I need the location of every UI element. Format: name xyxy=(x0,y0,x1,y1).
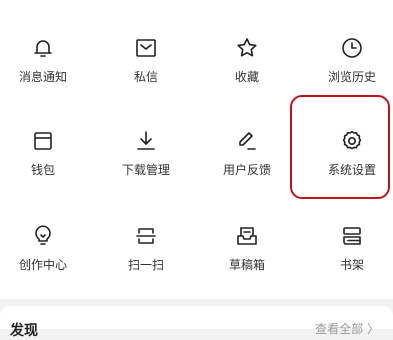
menu-item-history[interactable]: 浏览历史 xyxy=(303,36,393,116)
scan-icon xyxy=(134,224,158,248)
star-icon xyxy=(235,36,259,60)
draft-tray-icon xyxy=(235,224,259,248)
menu-item-label: 收藏 xyxy=(234,70,259,84)
menu-item-label: 草稿箱 xyxy=(228,258,265,272)
menu-item-label: 消息通知 xyxy=(18,70,67,84)
menu-item-downloads[interactable]: 下载管理 xyxy=(97,129,195,209)
menu-item-drafts[interactable]: 草稿箱 xyxy=(198,224,296,304)
menu-item-favorites[interactable]: 收藏 xyxy=(198,36,296,116)
discover-section-header: 发现 查看全部 〉 xyxy=(0,306,393,339)
section-title: 发现 xyxy=(10,323,38,339)
menu-item-scan[interactable]: 扫一扫 xyxy=(97,224,195,304)
menu-item-feedback[interactable]: 用户反馈 xyxy=(198,129,296,209)
bookshelf-icon xyxy=(340,224,364,248)
menu-item-label: 私信 xyxy=(133,70,158,84)
menu-item-label: 创作中心 xyxy=(18,258,67,272)
clock-icon xyxy=(340,36,364,60)
wallet-icon xyxy=(31,129,55,153)
mail-icon xyxy=(134,36,158,60)
menu-item-notifications[interactable]: 消息通知 xyxy=(0,36,92,116)
lightbulb-icon xyxy=(31,224,55,248)
menu-item-label: 钱包 xyxy=(30,163,55,177)
menu-card: 消息通知 私信 收藏 浏览历史 钱包 下载管理 用户反馈 系统设置 创作中心 扫… xyxy=(0,14,393,299)
gear-icon xyxy=(340,129,364,153)
download-icon xyxy=(134,129,158,153)
menu-item-wallet[interactable]: 钱包 xyxy=(0,129,92,209)
pen-icon xyxy=(235,129,259,153)
top-strip xyxy=(0,0,393,14)
menu-item-bookshelf[interactable]: 书架 xyxy=(303,224,393,304)
menu-item-label: 下载管理 xyxy=(121,163,170,177)
menu-item-label: 扫一扫 xyxy=(127,258,164,272)
bell-icon xyxy=(31,36,55,60)
menu-item-label: 系统设置 xyxy=(327,163,376,177)
menu-item-label: 书架 xyxy=(339,258,364,272)
menu-item-label: 用户反馈 xyxy=(222,163,271,177)
menu-grid: 消息通知 私信 收藏 浏览历史 钱包 下载管理 用户反馈 系统设置 创作中心 扫… xyxy=(0,14,393,299)
menu-item-creator-center[interactable]: 创作中心 xyxy=(0,224,92,304)
menu-item-messages[interactable]: 私信 xyxy=(97,36,195,116)
menu-item-label: 浏览历史 xyxy=(327,70,376,84)
menu-item-settings[interactable]: 系统设置 xyxy=(303,129,393,209)
